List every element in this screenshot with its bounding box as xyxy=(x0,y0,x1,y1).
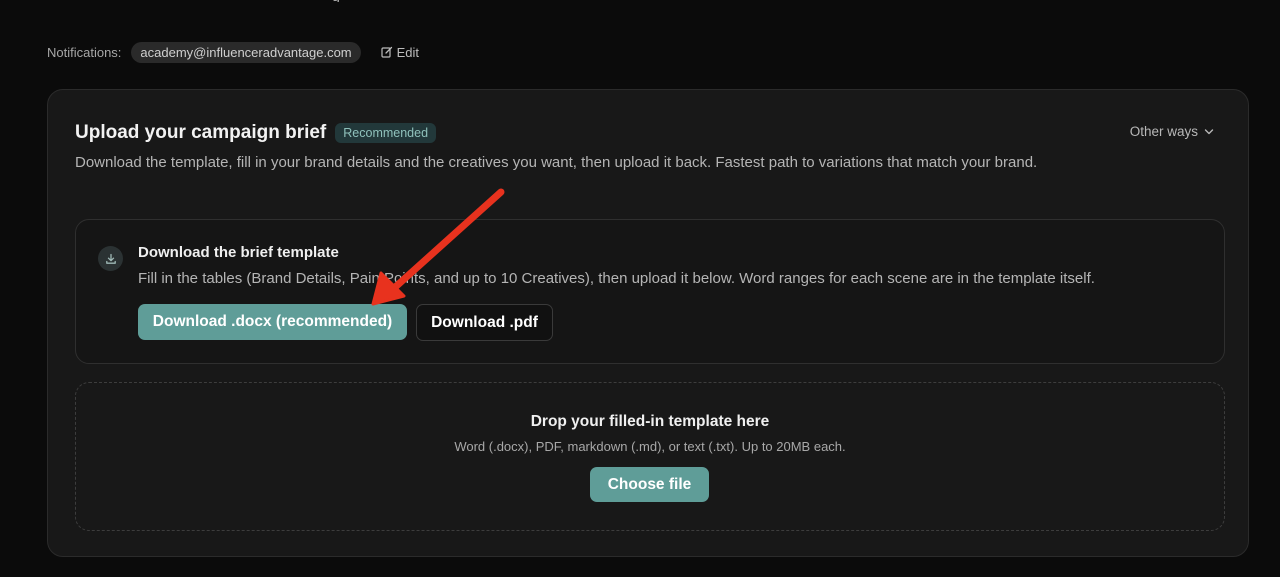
file-drop-zone[interactable]: Drop your filled-in template here Word (… xyxy=(75,382,1225,531)
other-ways-label: Other ways xyxy=(1129,124,1198,139)
other-ways-dropdown[interactable]: Other ways xyxy=(1130,124,1214,139)
drop-zone-subtitle: Word (.docx), PDF, markdown (.md), or te… xyxy=(454,439,846,454)
template-description: Fill in the tables (Brand Details, Pain … xyxy=(138,270,1095,287)
download-icon-badge xyxy=(98,246,123,271)
download-docx-button[interactable]: Download .docx (recommended) xyxy=(138,304,407,340)
chevron-down-icon xyxy=(1204,128,1214,134)
edit-label: Edit xyxy=(396,44,420,60)
notifications-row: Notifications: academy@influenceradvanta… xyxy=(47,40,419,64)
card-header: Upload your campaign brief Recommended xyxy=(75,122,437,144)
drop-zone-title: Drop your filled-in template here xyxy=(530,413,770,430)
choose-file-button[interactable]: Choose file xyxy=(590,467,709,502)
template-download-section: Download the brief template Fill in the … xyxy=(75,219,1225,364)
edit-icon xyxy=(381,46,392,58)
edit-email-button[interactable]: Edit xyxy=(381,45,419,60)
notifications-label: Notifications: xyxy=(47,44,122,60)
card-title: Upload your campaign brief xyxy=(75,122,327,143)
download-pdf-button[interactable]: Download .pdf xyxy=(416,304,553,341)
recommended-badge: Recommended xyxy=(335,123,437,143)
card-description: Download the template, fill in your bran… xyxy=(75,154,1038,171)
template-title: Download the brief template xyxy=(138,244,339,261)
download-icon xyxy=(105,253,116,264)
cut-off-text: g xyxy=(332,0,382,2)
notification-email-pill: academy@influenceradvantage.com xyxy=(131,41,361,63)
upload-brief-card: Upload your campaign brief Recommended O… xyxy=(47,89,1249,557)
